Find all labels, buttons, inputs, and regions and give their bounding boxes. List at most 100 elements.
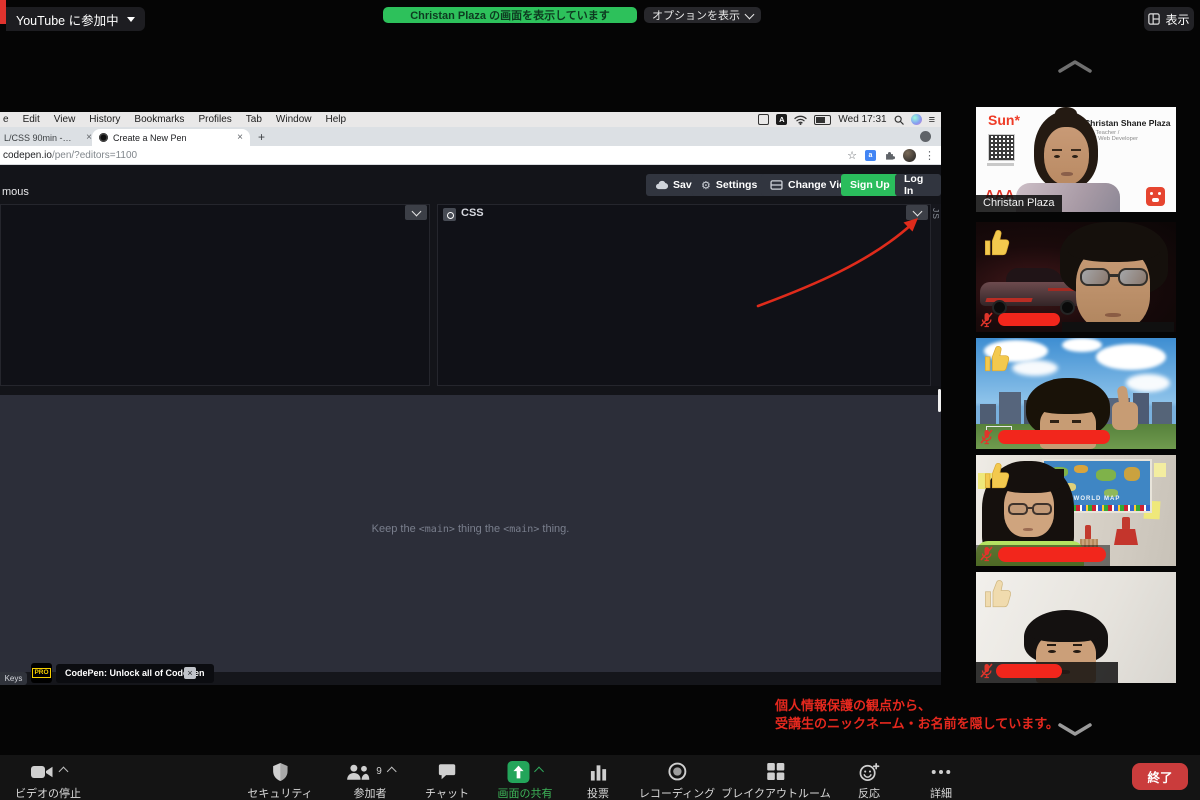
car-accent	[985, 298, 1032, 302]
menu-file-fragment[interactable]: e	[3, 114, 9, 125]
menu-edit[interactable]: Edit	[23, 114, 40, 125]
stop-video-button[interactable]: ビデオの停止	[15, 761, 81, 800]
preview-placeholder-text: Keep the <main> thing the <main> thing.	[0, 523, 941, 535]
url-path: /pen/?editors=1100	[52, 150, 137, 161]
student1-shoulders	[1062, 322, 1174, 332]
settings-label: Settings	[716, 179, 757, 191]
js-panel-title: JS	[931, 208, 941, 220]
video-tile-student-2[interactable]	[976, 338, 1176, 449]
car-wheel	[1060, 300, 1075, 315]
tab-create-new-pen[interactable]: Create a New Pen ×	[92, 129, 250, 146]
host-brow	[1071, 149, 1081, 151]
thumbs-up-reaction-icon	[983, 578, 1013, 608]
share-options-button[interactable]: オプションを表示	[644, 7, 761, 23]
control-center-icon[interactable]: ≡	[929, 114, 935, 126]
tab-google-slides[interactable]: L/CSS 90min - Google Sli ×	[0, 130, 96, 146]
student3-glasses-left	[1008, 503, 1028, 515]
js-editor-collapsed-strip[interactable]: JS	[931, 204, 941, 386]
codepen-pro-extension-icon[interactable]: PRO	[31, 663, 52, 683]
red-annotation-arrow	[752, 206, 927, 316]
share-options-label: オプションを表示	[652, 7, 740, 23]
settings-button[interactable]: ⚙ Settings	[692, 174, 766, 196]
gear-icon: ⚙	[701, 179, 711, 192]
bookmark-star-icon[interactable]: ☆	[847, 149, 857, 162]
battery-icon	[814, 115, 831, 125]
tabstrip-profile-icon[interactable]	[920, 131, 931, 142]
share-screen-label: 画面の共有	[498, 785, 553, 800]
siri-icon[interactable]	[911, 114, 922, 125]
security-button[interactable]: セキュリティ	[247, 761, 312, 800]
html-panel-dropdown-button[interactable]	[405, 205, 427, 220]
browser-profile-avatar[interactable]	[903, 149, 916, 162]
dustpan-handle	[1122, 517, 1130, 530]
chevron-up-icon[interactable]	[58, 767, 68, 777]
participants-button[interactable]: 9 参加者	[345, 761, 395, 800]
video-tile-host[interactable]: Sun* AAA AWESOME ARS ACADEMIA Christan S…	[976, 107, 1176, 212]
record-circle-icon	[667, 762, 686, 781]
macos-menubar: e Edit View History Bookmarks Profiles T…	[0, 112, 941, 127]
menu-help[interactable]: Help	[326, 114, 347, 125]
tab-close-icon[interactable]: ×	[237, 133, 243, 143]
thumbs-up-reaction-icon	[983, 461, 1011, 489]
tooltip-close-icon[interactable]: ×	[184, 667, 196, 679]
breakout-rooms-button[interactable]: ブレイクアウトルーム	[721, 761, 830, 800]
video-tile-student-3[interactable]: WORLD MAP	[976, 455, 1176, 566]
muted-mic-icon	[980, 546, 993, 562]
browser-tabstrip: L/CSS 90min - Google Sli × Create a New …	[0, 127, 941, 146]
zoom-toolbar: ビデオの停止 セキュリティ 9 参加者 チャット	[0, 755, 1200, 800]
browser-menu-icon[interactable]: ⋮	[924, 149, 935, 162]
browser-urlbar[interactable]: codepen.io/pen/?editors=1100 ☆ a ⋮	[0, 146, 941, 165]
spotlight-search-icon[interactable]	[894, 115, 904, 125]
qr-code	[988, 134, 1015, 161]
privacy-annotation-line1: 個人情報保護の観点から、	[775, 697, 1059, 715]
student4-eye	[1048, 650, 1056, 653]
reactions-button[interactable]: 反応	[858, 761, 880, 800]
window-scrollbar-thumb[interactable]	[938, 389, 941, 412]
share-screen-button[interactable]: 画面の共有	[498, 761, 553, 800]
menu-bookmarks[interactable]: Bookmarks	[134, 114, 184, 125]
codepen-footer: Keys PRO CodePen: Unlock all of CodePen …	[0, 672, 941, 685]
more-label: 詳細	[930, 785, 952, 800]
zoom-meeting-window: YouTube に参加中 Christan Plaza の画面を表示しています …	[0, 0, 1200, 800]
sun-mascot-icon	[1146, 187, 1165, 206]
share-screen-icon	[508, 761, 530, 783]
qr-caption-line	[987, 163, 1014, 166]
video-tile-student-1[interactable]	[976, 222, 1176, 332]
keys-button[interactable]: Keys	[0, 672, 27, 685]
host-eye	[1072, 155, 1078, 158]
chevron-up-icon[interactable]	[534, 767, 544, 777]
recording-button[interactable]: レコーディング	[639, 761, 715, 800]
youtube-live-stream-button[interactable]: YouTube に参加中	[6, 7, 145, 31]
html-editor-panel[interactable]	[0, 204, 430, 386]
sign-up-button[interactable]: Sign Up	[841, 174, 899, 196]
view-layout-button[interactable]: 表示	[1144, 7, 1194, 31]
security-label: セキュリティ	[247, 785, 312, 800]
pro-badge-label: PRO	[32, 668, 51, 678]
menu-window[interactable]: Window	[276, 114, 312, 125]
polls-button[interactable]: 投票	[587, 761, 609, 800]
new-tab-button[interactable]: +	[258, 130, 265, 144]
translate-icon[interactable]: a	[865, 150, 876, 161]
css-gear-icon	[443, 208, 456, 221]
end-meeting-button[interactable]: 終了	[1132, 763, 1188, 790]
chat-button[interactable]: チャット	[425, 761, 469, 800]
chevron-up-icon[interactable]	[386, 767, 396, 777]
more-button[interactable]: 詳細	[930, 761, 952, 800]
gallery-next-chevron[interactable]	[1057, 722, 1093, 738]
student1-mouth	[1105, 313, 1121, 317]
log-in-button[interactable]: Log In	[895, 174, 941, 196]
extensions-puzzle-icon[interactable]	[884, 150, 895, 161]
video-tile-student-4[interactable]	[976, 572, 1176, 683]
student4-brow	[1073, 644, 1082, 646]
host-eye	[1054, 155, 1060, 158]
menu-view[interactable]: View	[54, 114, 76, 125]
camera-icon	[30, 763, 54, 781]
muted-mic-icon	[980, 312, 993, 328]
chevron-down-icon	[411, 207, 421, 217]
gallery-collapse-chevron[interactable]	[1057, 58, 1093, 74]
url-text: codepen.io/pen/?editors=1100	[0, 150, 137, 161]
menu-profiles[interactable]: Profiles	[198, 114, 231, 125]
menu-history[interactable]: History	[89, 114, 120, 125]
student4-fringe	[1030, 624, 1102, 642]
menu-tab[interactable]: Tab	[246, 114, 262, 125]
